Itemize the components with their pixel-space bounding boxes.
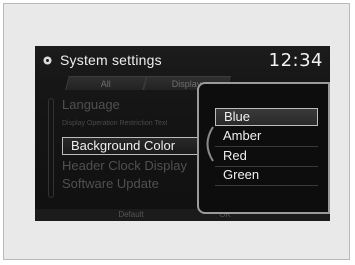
color-option-blue[interactable]: Blue — [215, 108, 318, 126]
color-option-amber[interactable]: Amber — [215, 127, 318, 145]
page-title: System settings — [60, 52, 162, 68]
title-bar: System settings 12:34 — [35, 46, 330, 76]
list-item-software-update[interactable]: Software Update — [62, 175, 159, 193]
tab-all-label: All — [100, 79, 111, 89]
list-item-display-operation-restriction-text[interactable]: Display Operation Restriction Text — [62, 115, 167, 133]
color-option-red[interactable]: Red — [215, 147, 318, 165]
popup-arc — [206, 126, 214, 162]
clock-display: 12:34 — [268, 50, 323, 71]
scrollbar[interactable] — [48, 98, 54, 198]
divider — [215, 146, 318, 147]
settings-screen: System settings 12:34 All Display Langua… — [35, 46, 330, 221]
color-option-green[interactable]: Green — [215, 166, 318, 184]
gear-icon — [43, 56, 52, 65]
divider — [215, 185, 318, 186]
tab-all[interactable]: All — [65, 76, 147, 90]
list-item-header-clock-display[interactable]: Header Clock Display — [62, 157, 187, 175]
divider — [215, 166, 318, 167]
list-item-language[interactable]: Language — [62, 96, 120, 114]
default-button[interactable]: Default — [93, 209, 169, 221]
